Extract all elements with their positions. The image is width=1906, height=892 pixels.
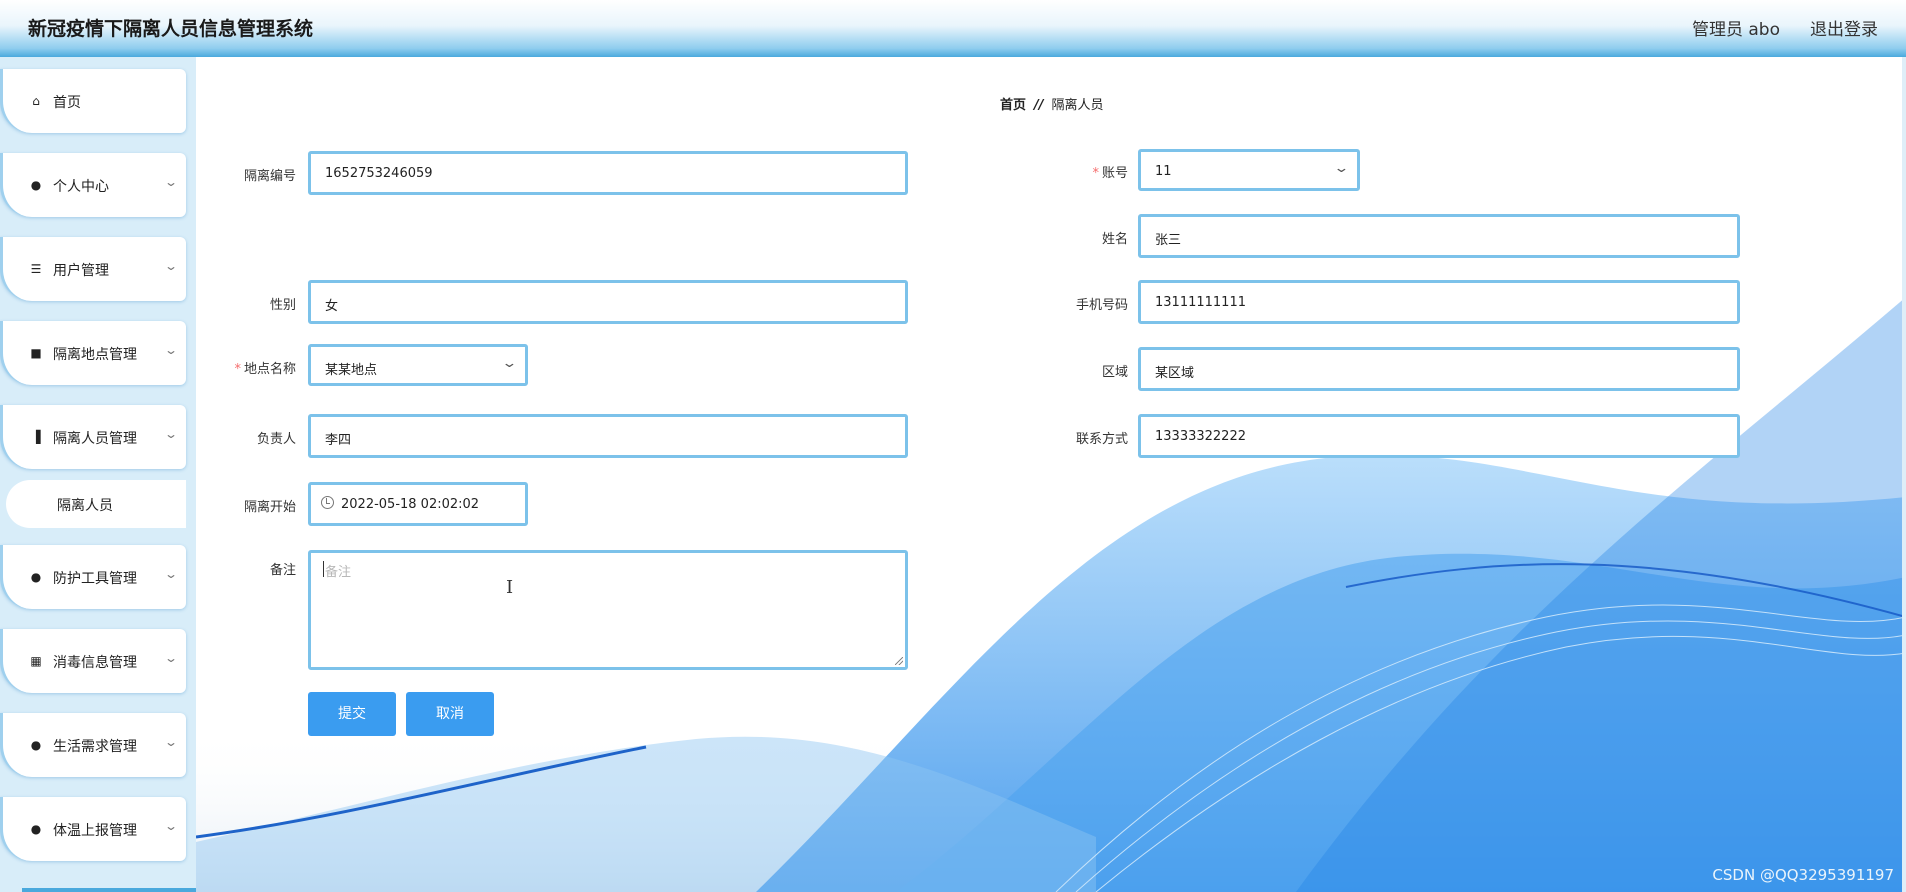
- watermark: CSDN @QQ3295391197: [1712, 866, 1894, 884]
- person-icon: ●: [30, 178, 42, 192]
- text-cursor-icon: I: [506, 577, 514, 598]
- breadcrumb-home[interactable]: 首页: [1000, 98, 1026, 113]
- name-field[interactable]: 张三: [1138, 214, 1740, 258]
- region-label: 区域: [1101, 365, 1128, 380]
- sidebar-item-person-management[interactable]: ▐ 隔离人员管理 ⌄: [0, 405, 186, 469]
- home-icon: ⌂: [32, 94, 40, 108]
- building-icon: ▐: [31, 430, 41, 444]
- clock-icon: [321, 496, 334, 509]
- breadcrumb-current: 隔离人员: [1051, 98, 1104, 113]
- contact-field[interactable]: 13333322222: [1138, 414, 1740, 458]
- sidebar-scrollbar[interactable]: [22, 888, 196, 892]
- location-select[interactable]: 某某地点 ⌄: [308, 344, 528, 386]
- manager-label: 负责人: [256, 432, 296, 447]
- manager-field[interactable]: 李四: [308, 414, 908, 458]
- sidebar-item-label: 体温上报管理: [53, 823, 137, 839]
- manager-value: 李四: [325, 433, 352, 448]
- sidebar-item-protective-tools[interactable]: ● 防护工具管理 ⌄: [0, 545, 186, 609]
- sidebar-item-living-needs[interactable]: ● 生活需求管理 ⌄: [0, 713, 186, 777]
- text-caret: [323, 561, 324, 577]
- submit-button[interactable]: 提交: [308, 692, 396, 736]
- remark-placeholder: 备注: [325, 565, 352, 580]
- contact-value: 13333322222: [1155, 429, 1246, 444]
- phone-label: 手机号码: [1075, 298, 1128, 313]
- sidebar-item-label: 生活需求管理: [53, 739, 137, 755]
- page-scrollbar[interactable]: [1902, 57, 1906, 892]
- sidebar-subitem-label: 隔离人员: [57, 498, 113, 514]
- breadcrumb-separator: //: [1034, 98, 1044, 113]
- region-field[interactable]: 某区域: [1138, 347, 1740, 391]
- sidebar-item-label: 防护工具管理: [53, 571, 137, 587]
- gender-label: 性别: [269, 298, 296, 313]
- account-value: 11: [1155, 164, 1172, 179]
- location-label: * 地点名称: [234, 362, 296, 377]
- sidebar-subitem-isolated-persons[interactable]: 隔离人员: [6, 480, 186, 528]
- start-time-picker[interactable]: 2022-05-18 02:02:02: [308, 482, 528, 526]
- gender-field[interactable]: 女: [308, 280, 908, 324]
- briefcase-icon: ■: [30, 346, 42, 360]
- name-value: 张三: [1155, 233, 1182, 248]
- cancel-button[interactable]: 取消: [406, 692, 494, 736]
- sidebar-item-label: 个人中心: [53, 179, 109, 195]
- remark-textarea[interactable]: 备注: [308, 550, 908, 670]
- isolation-no-value: 1652753246059: [325, 166, 433, 181]
- gender-value: 女: [325, 299, 339, 314]
- sidebar-item-home[interactable]: ⌂ 首页: [0, 69, 186, 133]
- contact-label: 联系方式: [1075, 432, 1128, 447]
- sidebar-item-label: 隔离地点管理: [53, 347, 137, 363]
- person-icon: ●: [30, 570, 42, 584]
- current-user: 管理员 abo: [1691, 20, 1780, 40]
- sidebar-item-label: 隔离人员管理: [53, 431, 137, 447]
- breadcrumb: 首页 // 隔离人员: [1000, 94, 1104, 113]
- chevron-down-icon: ⌄: [163, 735, 179, 749]
- phone-field[interactable]: 13111111111: [1138, 280, 1740, 324]
- isolation-no-label: 隔离编号: [243, 169, 296, 184]
- chevron-down-icon: ⌄: [163, 343, 179, 357]
- logout-link[interactable]: 退出登录: [1810, 15, 1878, 40]
- account-select[interactable]: 11 ⌄: [1138, 149, 1360, 191]
- location-value: 某某地点: [325, 363, 378, 378]
- account-label: * 账号: [1092, 166, 1128, 181]
- top-header: 新冠疫情下隔离人员信息管理系统 管理员 abo 退出登录: [0, 0, 1906, 57]
- phone-value: 13111111111: [1155, 295, 1246, 310]
- sidebar-item-disinfection[interactable]: ▦ 消毒信息管理 ⌄: [0, 629, 186, 693]
- start-time-value: 2022-05-18 02:02:02: [341, 497, 480, 512]
- sidebar-item-user-management[interactable]: ☰ 用户管理 ⌄: [0, 237, 186, 301]
- sidebar-item-label: 消毒信息管理: [53, 655, 137, 671]
- name-label: 姓名: [1101, 232, 1128, 247]
- list-icon: ☰: [30, 262, 42, 276]
- app-title: 新冠疫情下隔离人员信息管理系统: [28, 18, 314, 40]
- sidebar-item-label: 首页: [53, 95, 81, 111]
- sidebar-item-label: 用户管理: [53, 263, 109, 279]
- person-icon: ●: [30, 822, 42, 836]
- remark-label: 备注: [269, 563, 296, 578]
- chevron-down-icon: ⌄: [163, 651, 179, 665]
- chevron-down-icon: ⌄: [163, 175, 179, 189]
- chevron-down-icon: ⌄: [163, 427, 179, 441]
- region-value: 某区域: [1155, 366, 1195, 381]
- start-time-label: 隔离开始: [243, 500, 296, 515]
- main-content: 首页 // 隔离人员 隔离编号 1652753246059 性别 女 * 地点名称 某…: [196, 57, 1906, 892]
- chevron-down-icon: ⌄: [501, 356, 518, 371]
- sidebar-item-temperature[interactable]: ● 体温上报管理 ⌄: [0, 797, 186, 861]
- chevron-down-icon: ⌄: [1333, 161, 1350, 176]
- grid-icon: ▦: [30, 654, 42, 668]
- chevron-down-icon: ⌄: [163, 819, 179, 833]
- bulb-icon: ●: [30, 738, 42, 752]
- sidebar-item-personal-center[interactable]: ● 个人中心 ⌄: [0, 153, 186, 217]
- chevron-down-icon: ⌄: [163, 259, 179, 273]
- sidebar-item-location-management[interactable]: ■ 隔离地点管理 ⌄: [0, 321, 186, 385]
- isolation-no-field[interactable]: 1652753246059: [308, 151, 908, 195]
- chevron-down-icon: ⌄: [163, 567, 179, 581]
- resize-grip-icon[interactable]: [895, 657, 903, 665]
- sidebar: ⌂ 首页 ● 个人中心 ⌄ ☰ 用户管理 ⌄ ■ 隔离地点管理 ⌄ ▐ 隔离人员…: [0, 57, 196, 892]
